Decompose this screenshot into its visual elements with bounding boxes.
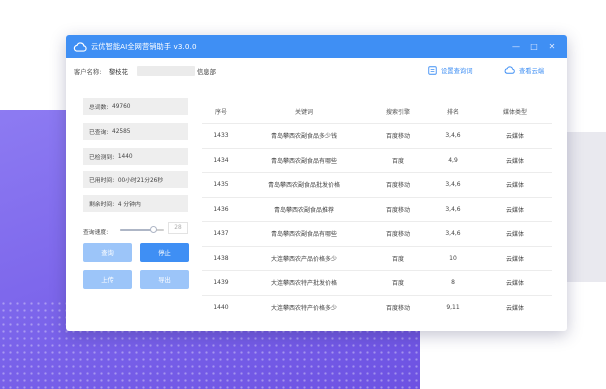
cell-rank: 3,4,6	[445, 181, 461, 189]
cell-keyword: 青岛攀西农副食品多少钱	[270, 133, 337, 141]
title-bar[interactable]: 云优智能AI全网营销助手 v3.0.0 — □ ✕	[66, 35, 567, 58]
cell-search-engine: 百度移动	[385, 231, 410, 239]
table-row[interactable]: 1439 大连攀西农特产批发价格 百度 8 云媒体	[202, 270, 552, 295]
app-window: 云优智能AI全网营销助手 v3.0.0 — □ ✕ 客户名称: 黎枝花 信息部 …	[66, 35, 567, 331]
header-index: 序号	[214, 108, 227, 116]
cell-keyword: 大连攀西农产品价格多少	[270, 255, 337, 263]
customer-name-redacted	[137, 66, 195, 76]
results-table: 序号 关键词 搜索引擎 排名 媒体类型 1433 青岛攀西农副食品多少钱 百度移…	[202, 99, 552, 319]
cloud-logo-icon	[73, 41, 87, 52]
cell-keyword: 青岛攀西农副食品有哪些	[270, 157, 337, 165]
settings-link[interactable]: 设置查询词	[428, 66, 472, 75]
close-icon[interactable]: ✕	[543, 42, 561, 51]
speed-input[interactable]: 28	[168, 222, 188, 234]
cell-search-engine: 百度	[391, 280, 404, 288]
table-row[interactable]: 1437 青岛攀西农副食品有哪些 百度移动 3,4,6 云媒体	[202, 221, 552, 246]
cell-index: 1439	[213, 279, 229, 287]
cell-index: 1438	[213, 254, 229, 262]
cell-rank: 4,9	[448, 156, 458, 164]
stat-detected: 已检测到: 1440	[83, 148, 188, 165]
cell-search-engine: 百度移动	[385, 304, 410, 312]
cell-index: 1435	[213, 181, 229, 189]
settings-list-icon	[428, 66, 437, 75]
window-title: 云优智能AI全网营销助手 v3.0.0	[91, 41, 197, 51]
settings-link-label: 设置查询词	[441, 68, 473, 75]
cell-index: 1434	[213, 156, 229, 164]
cell-media-type: 云媒体	[505, 157, 524, 165]
cell-keyword: 大连攀西农特产价格多少	[270, 304, 337, 312]
cell-search-engine: 百度移动	[385, 182, 410, 190]
stat-label: 总词数:	[89, 105, 109, 111]
customer-name-suffix: 信息部	[197, 69, 216, 76]
cell-keyword: 大连攀西农特产批发价格	[270, 280, 337, 288]
stat-label: 剩余时间:	[89, 202, 115, 208]
stat-remaining-time: 剩余时间: 4 分钟内	[83, 195, 188, 212]
table-row[interactable]: 1438 大连攀西农产品价格多少 百度 10 云媒体	[202, 245, 552, 271]
cell-media-type: 云媒体	[505, 280, 524, 288]
maximize-icon[interactable]: □	[525, 42, 543, 51]
cell-media-type: 云媒体	[505, 231, 524, 239]
header-media-type: 媒体类型	[502, 108, 527, 116]
speed-label: 查询速度:	[83, 230, 109, 236]
stat-value: 4 分钟内	[117, 202, 141, 208]
cell-search-engine: 百度	[391, 157, 404, 165]
table-row[interactable]: 1434 青岛攀西农副食品有哪些 百度 4,9 云媒体	[202, 147, 552, 173]
customer-label: 客户名称:	[74, 69, 102, 76]
minimize-icon[interactable]: —	[507, 42, 525, 51]
cloud-icon	[504, 66, 515, 74]
cloud-link[interactable]: 查看云端	[504, 66, 544, 75]
stat-value: 1440	[117, 153, 133, 160]
cell-search-engine: 百度	[391, 255, 404, 263]
table-row[interactable]: 1435 青岛攀西农副食品批发价格 百度移动 3,4,6 云媒体	[202, 172, 552, 197]
background-gray-panel	[567, 132, 606, 282]
stat-total-words: 总词数: 49760	[83, 98, 188, 115]
cell-search-engine: 百度移动	[385, 206, 410, 214]
cell-media-type: 云媒体	[505, 133, 524, 141]
table-row[interactable]: 1440 大连攀西农特产价格多少 百度移动 9,11 云媒体	[202, 294, 552, 320]
header-search-engine: 搜索引擎	[385, 108, 410, 116]
speed-slider-fill	[120, 229, 153, 231]
cell-index: 1437	[213, 230, 229, 238]
cell-keyword: 青岛攀西农副食品推荐	[273, 206, 334, 214]
stop-button[interactable]: 停止	[140, 243, 189, 262]
cell-rank: 10	[449, 254, 457, 262]
cell-index: 1433	[213, 132, 229, 140]
cell-media-type: 云媒体	[505, 206, 524, 214]
cell-index: 1436	[213, 205, 229, 213]
upload-button[interactable]: 上传	[83, 270, 132, 289]
customer-name-prefix: 黎枝花	[109, 69, 128, 76]
stat-queried: 已查询: 42585	[83, 123, 188, 140]
table-header: 序号 关键词 搜索引擎 排名 媒体类型	[202, 99, 552, 123]
stat-value: 42585	[112, 128, 131, 135]
cell-media-type: 云媒体	[505, 304, 524, 312]
header-keyword: 关键词	[294, 108, 313, 116]
stat-label: 已检测到:	[89, 155, 115, 161]
speed-slider[interactable]	[120, 226, 164, 233]
export-button[interactable]: 导出	[140, 270, 189, 289]
cell-keyword: 青岛攀西农副食品有哪些	[270, 231, 337, 239]
cloud-link-label: 查看云端	[519, 68, 545, 75]
cell-rank: 3,4,6	[445, 132, 461, 140]
stat-elapsed-time: 已用时间: 00小时21分26秒	[83, 171, 188, 188]
cell-index: 1440	[213, 303, 229, 311]
table-row[interactable]: 1436 青岛攀西农副食品推荐 百度移动 3,4,6 云媒体	[202, 196, 552, 222]
query-button[interactable]: 查询	[83, 243, 132, 262]
stat-label: 已查询:	[89, 130, 109, 136]
stat-value: 00小时21分26秒	[117, 178, 164, 184]
header-rank: 排名	[446, 108, 459, 116]
cell-media-type: 云媒体	[505, 255, 524, 263]
table-row[interactable]: 1433 青岛攀西农副食品多少钱 百度移动 3,4,6 云媒体	[202, 123, 552, 148]
stat-value: 49760	[112, 103, 131, 110]
cell-search-engine: 百度移动	[385, 133, 410, 141]
cell-rank: 8	[451, 279, 455, 287]
customer-info-bar: 客户名称: 黎枝花 信息部 设置查询词 查看云端	[66, 58, 567, 84]
cell-media-type: 云媒体	[505, 182, 524, 190]
cell-keyword: 青岛攀西农副食品批发价格	[267, 182, 340, 190]
cell-rank: 9,11	[446, 303, 460, 311]
cell-rank: 3,4,6	[445, 205, 461, 213]
stat-label: 已用时间:	[89, 178, 115, 184]
speed-slider-handle[interactable]	[149, 226, 157, 233]
cell-rank: 3,4,6	[445, 230, 461, 238]
